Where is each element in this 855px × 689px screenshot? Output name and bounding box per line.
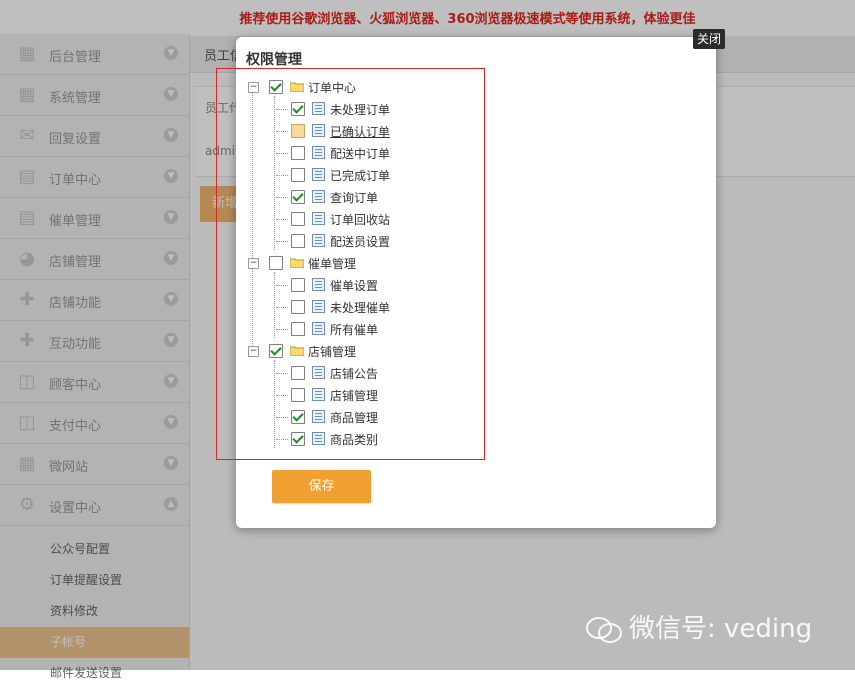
tree-label: 商品类别	[330, 433, 379, 447]
folder-icon	[290, 346, 304, 356]
checkbox-shop-notice[interactable]	[291, 366, 305, 380]
table-icon	[312, 212, 325, 225]
table-icon	[312, 124, 325, 137]
collapse-icon[interactable]: −	[248, 346, 259, 357]
checkbox-query-orders[interactable]	[291, 190, 305, 204]
tree-label: 店铺公告	[330, 367, 379, 381]
tree-label: 店铺管理	[308, 345, 357, 359]
checkbox-order-recycle[interactable]	[291, 212, 305, 226]
checkbox-product-manage[interactable]	[291, 410, 305, 424]
checkbox-urge-settings[interactable]	[291, 278, 305, 292]
checkbox-order-center[interactable]	[269, 80, 283, 94]
tree-label: 商品管理	[330, 411, 379, 425]
table-icon	[312, 168, 325, 181]
watermark: 微信号: veding	[585, 608, 812, 645]
table-icon	[312, 234, 325, 247]
close-button[interactable]: 关闭	[693, 29, 726, 49]
tree-label: 订单回收站	[330, 213, 391, 227]
checkbox-all-urge[interactable]	[291, 322, 305, 336]
table-icon	[312, 432, 325, 445]
checkbox-completed-orders[interactable]	[291, 168, 305, 182]
checkbox-shop-manage[interactable]	[291, 388, 305, 402]
checkbox-urge[interactable]	[269, 256, 283, 270]
collapse-icon[interactable]: −	[248, 82, 259, 93]
tree-label: 已确认订单	[330, 125, 391, 139]
table-icon	[312, 410, 325, 423]
collapse-icon[interactable]: −	[248, 258, 259, 269]
wechat-icon	[586, 616, 622, 643]
table-icon	[312, 366, 325, 379]
table-icon	[312, 278, 325, 291]
table-icon	[312, 300, 325, 313]
table-icon	[312, 190, 325, 203]
checkbox-courier-settings[interactable]	[291, 234, 305, 248]
table-icon	[312, 102, 325, 115]
table-icon	[312, 388, 325, 401]
tree-label: 已完成订单	[330, 169, 391, 183]
checkbox-confirmed-orders[interactable]	[291, 124, 305, 138]
checkbox-unprocessed-urge[interactable]	[291, 300, 305, 314]
folder-icon	[290, 258, 304, 268]
table-icon	[312, 322, 325, 335]
tree-label: 配送中订单	[330, 147, 391, 161]
checkbox-product-category[interactable]	[291, 432, 305, 446]
tree-label: 订单中心	[308, 81, 357, 95]
checkbox-delivering-orders[interactable]	[291, 146, 305, 160]
tree-label: 查询订单	[330, 191, 379, 205]
save-button[interactable]: 保存	[272, 470, 371, 503]
folder-icon	[290, 82, 304, 92]
watermark-text: 微信号: veding	[629, 614, 813, 644]
modal-title: 权限管理	[246, 52, 302, 68]
tree-label: 催单管理	[308, 257, 357, 271]
checkbox-unprocessed-orders[interactable]	[291, 102, 305, 116]
checkbox-shop[interactable]	[269, 344, 283, 358]
tree-label: 未处理催单	[330, 301, 391, 315]
tree-label: 配送员设置	[330, 235, 391, 249]
tree-label: 催单设置	[330, 279, 379, 293]
table-icon	[312, 146, 325, 159]
tree-label: 所有催单	[330, 323, 379, 337]
tree-label: 未处理订单	[330, 103, 391, 117]
tree-label: 店铺管理	[330, 389, 379, 403]
